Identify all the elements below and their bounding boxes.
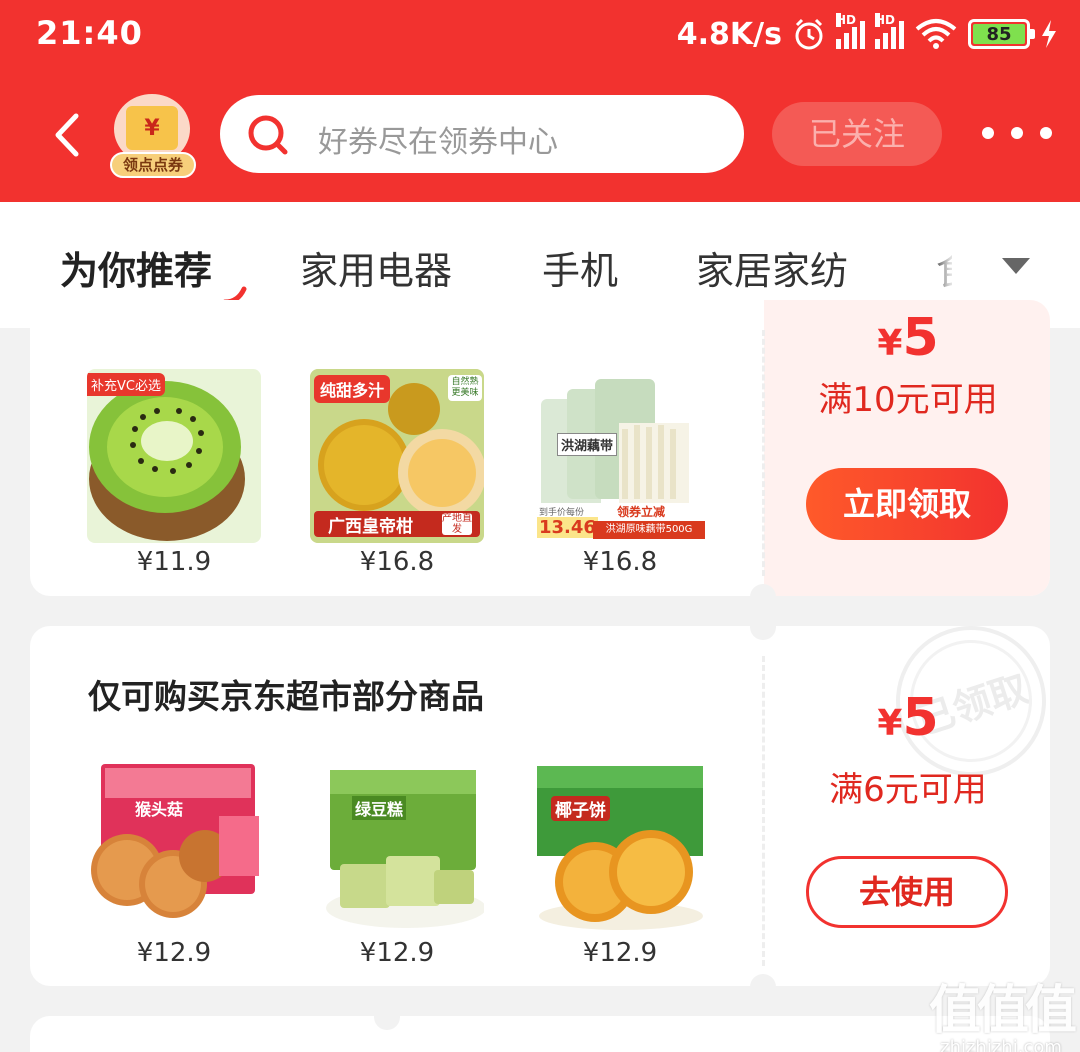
product-image: 补充VC必选 [87, 369, 261, 543]
coupon-value-panel: ¥5 满10元可用 立即领取 [764, 300, 1050, 596]
signal-icon-1: HD [836, 13, 865, 49]
product-brand: 洪湖藕带 [557, 433, 618, 456]
expand-tabs-icon[interactable] [1002, 258, 1030, 274]
coupon-card [30, 1016, 1050, 1052]
watermark-logo: 值值值 [928, 981, 1077, 1041]
coupon-value-panel: 已领取 ¥5 满6元可用 去使用 [764, 626, 1050, 986]
badge-label: 领点点券 [110, 152, 196, 178]
tab-home-textiles[interactable]: 家居家纺 [696, 240, 848, 295]
search-placeholder: 好券尽在领券中心 [318, 125, 558, 160]
product-image: 洪湖藕带 到手价每份 13.46 领券立减 洪湖原味藕带500G [533, 369, 707, 543]
coupon-condition: 满6元可用 [829, 770, 987, 810]
alarm-icon [795, 18, 823, 50]
product-label: 猴头菇 [135, 800, 184, 819]
tab-home-appliances[interactable]: 家用电器 [300, 240, 452, 295]
follow-button[interactable]: 已关注 [772, 102, 942, 166]
product-mung-bean-cake[interactable]: 绿豆糕 ¥12.9 [310, 760, 484, 968]
product-label: 绿豆糕 [352, 796, 407, 820]
coupon-center-badge[interactable]: ¥ 领点点券 [108, 94, 196, 178]
tab-phones[interactable]: 手机 [542, 240, 618, 295]
product-price: ¥16.8 [582, 547, 658, 577]
tab-recommend[interactable]: 为你推荐 [60, 240, 212, 295]
coupon-amount: ¥5 [877, 308, 939, 368]
status-bar: 21:40 4.8K/s HD HD 85 [0, 0, 1080, 70]
product-price: ¥12.9 [136, 938, 212, 968]
use-button[interactable]: 去使用 [806, 856, 1008, 928]
product-tag-secondary: 自然熟 更美味 [448, 375, 482, 401]
claim-button[interactable]: 立即领取 [806, 468, 1008, 540]
header-bar: 21:40 4.8K/s HD HD 85 ¥ 领点点券 好券尽在领券中心 已关… [0, 0, 1080, 202]
signal-icon-2: HD [875, 13, 904, 49]
product-image: 猴头菇 [87, 760, 261, 934]
wifi-icon [915, 19, 957, 49]
coupon-icon: ¥ [126, 106, 178, 150]
product-price: ¥12.9 [582, 938, 658, 968]
coupon-card: ¥5 满10元可用 立即领取 补充VC必选 ¥11.9 纯甜多汁 自然熟 更美味… [30, 300, 1050, 596]
site-watermark: 值值值 zhizhizhi.com [928, 968, 1077, 1052]
coupon-title: 仅可购买京东超市部分商品 [88, 677, 484, 716]
coupon-amount: ¥5 [877, 688, 939, 748]
battery-level: 85 [973, 24, 1025, 45]
product-tag: 纯甜多汁 [314, 375, 391, 403]
product-oranges[interactable]: 纯甜多汁 自然熟 更美味 广西皇帝柑 产地直发 ¥16.8 [310, 369, 484, 577]
search-icon [248, 115, 288, 155]
product-monkey-head-cookies[interactable]: 猴头菇 ¥12.9 [87, 760, 261, 968]
coupon-condition: 满10元可用 [818, 380, 998, 420]
ticket-notch [374, 1004, 400, 1030]
back-arrow-icon[interactable] [48, 110, 88, 160]
ticket-notch [750, 974, 776, 1000]
product-tag: 补充VC必选 [87, 373, 165, 396]
product-label: 椰子饼 [551, 796, 610, 821]
coupon-divider [762, 656, 765, 966]
nav-row: ¥ 领点点券 好券尽在领券中心 已关注 [0, 90, 1080, 180]
ticket-notch [750, 584, 776, 610]
search-bar[interactable]: 好券尽在领券中心 [220, 95, 744, 173]
product-promo-strip: 到手价每份 13.46 领券立减 洪湖原味藕带500G [533, 503, 707, 543]
battery-icon: 85 [968, 19, 1035, 49]
product-coconut-cake[interactable]: 椰子饼 ¥12.9 [533, 760, 707, 968]
network-speed: 4.8K/s [676, 16, 782, 52]
product-image: 绿豆糕 [310, 760, 484, 934]
product-price: ¥16.8 [359, 547, 435, 577]
product-banner: 广西皇帝柑 产地直发 [314, 511, 480, 537]
product-lotus-root[interactable]: 洪湖藕带 到手价每份 13.46 领券立减 洪湖原味藕带500G ¥16.8 [533, 369, 707, 577]
clock: 21:40 [36, 14, 143, 52]
product-kiwi[interactable]: 补充VC必选 ¥11.9 [87, 369, 261, 577]
product-image: 纯甜多汁 自然熟 更美味 广西皇帝柑 产地直发 [310, 369, 484, 543]
status-icons: 4.8K/s HD HD 85 [677, 12, 1058, 56]
product-price: ¥12.9 [359, 938, 435, 968]
coupon-card: 已领取 ¥5 满6元可用 去使用 仅可购买京东超市部分商品 猴头菇 ¥12.9 [30, 626, 1050, 986]
charging-icon [1042, 20, 1056, 48]
product-price: ¥11.9 [136, 547, 212, 577]
product-image: 椰子饼 [533, 760, 707, 934]
ticket-notch [750, 614, 776, 640]
more-options-icon[interactable] [982, 118, 1052, 148]
coupon-divider [762, 330, 765, 576]
